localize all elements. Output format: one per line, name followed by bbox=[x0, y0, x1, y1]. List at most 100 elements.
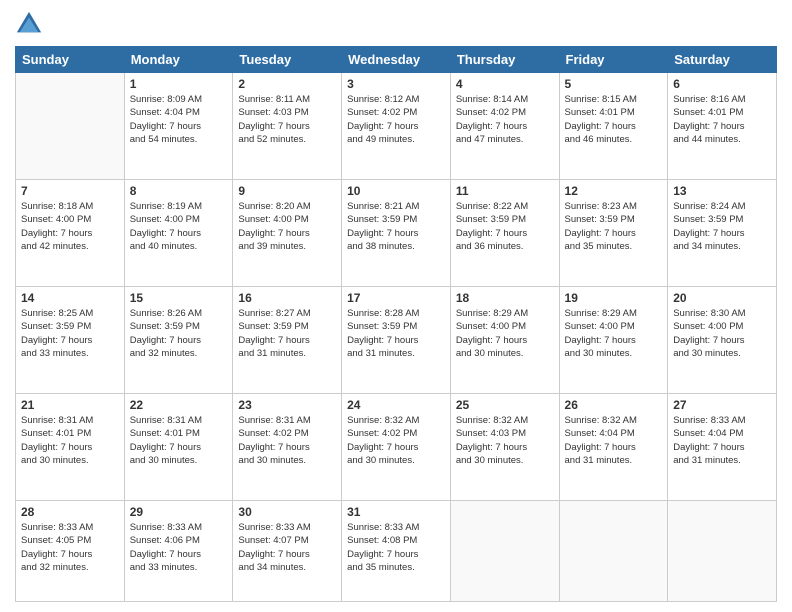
day-info: Sunrise: 8:33 AM Sunset: 4:06 PM Dayligh… bbox=[130, 521, 228, 574]
day-info: Sunrise: 8:14 AM Sunset: 4:02 PM Dayligh… bbox=[456, 93, 554, 146]
day-number: 9 bbox=[238, 184, 336, 198]
day-number: 15 bbox=[130, 291, 228, 305]
calendar-day-header: Sunday bbox=[16, 47, 125, 73]
day-number: 5 bbox=[565, 77, 663, 91]
calendar-cell: 31Sunrise: 8:33 AM Sunset: 4:08 PM Dayli… bbox=[342, 501, 451, 602]
calendar-cell bbox=[450, 501, 559, 602]
day-number: 24 bbox=[347, 398, 445, 412]
calendar-cell: 9 Sunrise: 8:20 AM Sunset: 4:00 PM Daylig… bbox=[233, 180, 342, 287]
day-info: Sunrise: 8:11 AM Sunset: 4:03 PM Dayligh… bbox=[238, 93, 336, 146]
day-info: Sunrise: 8:33 AM Sunset: 4:07 PM Dayligh… bbox=[238, 521, 336, 574]
day-info: Sunrise: 8:23 AM Sunset: 3:59 PM Dayligh… bbox=[565, 200, 663, 253]
day-info: Sunrise: 8:32 AM Sunset: 4:02 PM Dayligh… bbox=[347, 414, 445, 467]
day-info: Sunrise: 8:09 AM Sunset: 4:04 PM Dayligh… bbox=[130, 93, 228, 146]
day-number: 18 bbox=[456, 291, 554, 305]
day-info: Sunrise: 8:31 AM Sunset: 4:01 PM Dayligh… bbox=[21, 414, 119, 467]
calendar-cell: 26 Sunrise: 8:32 AM Sunset: 4:04 PM Dayli… bbox=[559, 394, 668, 501]
calendar-week-row: 7 Sunrise: 8:18 AM Sunset: 4:00 PM Daylig… bbox=[16, 180, 777, 287]
calendar-cell: 17Sunrise: 8:28 AM Sunset: 3:59 PM Dayli… bbox=[342, 287, 451, 394]
day-info: Sunrise: 8:16 AM Sunset: 4:01 PM Dayligh… bbox=[673, 93, 771, 146]
calendar-cell: 30 Sunrise: 8:33 AM Sunset: 4:07 PM Dayli… bbox=[233, 501, 342, 602]
day-number: 6 bbox=[673, 77, 771, 91]
day-info: Sunrise: 8:30 AM Sunset: 4:00 PM Dayligh… bbox=[673, 307, 771, 360]
calendar-cell: 10Sunrise: 8:21 AM Sunset: 3:59 PM Dayli… bbox=[342, 180, 451, 287]
day-number: 11 bbox=[456, 184, 554, 198]
calendar-cell: 3 Sunrise: 8:12 AM Sunset: 4:02 PM Daylig… bbox=[342, 73, 451, 180]
calendar-cell: 16 Sunrise: 8:27 AM Sunset: 3:59 PM Dayli… bbox=[233, 287, 342, 394]
calendar-cell: 29Sunrise: 8:33 AM Sunset: 4:06 PM Dayli… bbox=[124, 501, 233, 602]
logo bbox=[15, 10, 45, 38]
calendar-week-row: 14Sunrise: 8:25 AM Sunset: 3:59 PM Dayli… bbox=[16, 287, 777, 394]
calendar-cell bbox=[559, 501, 668, 602]
day-info: Sunrise: 8:31 AM Sunset: 4:02 PM Dayligh… bbox=[238, 414, 336, 467]
calendar-cell: 22 Sunrise: 8:31 AM Sunset: 4:01 PM Dayli… bbox=[124, 394, 233, 501]
calendar-cell: 21 Sunrise: 8:31 AM Sunset: 4:01 PM Dayli… bbox=[16, 394, 125, 501]
day-info: Sunrise: 8:27 AM Sunset: 3:59 PM Dayligh… bbox=[238, 307, 336, 360]
calendar-cell: 24 Sunrise: 8:32 AM Sunset: 4:02 PM Dayli… bbox=[342, 394, 451, 501]
calendar-cell: 8 Sunrise: 8:19 AM Sunset: 4:00 PM Daylig… bbox=[124, 180, 233, 287]
day-info: Sunrise: 8:29 AM Sunset: 4:00 PM Dayligh… bbox=[565, 307, 663, 360]
day-number: 3 bbox=[347, 77, 445, 91]
day-number: 8 bbox=[130, 184, 228, 198]
day-info: Sunrise: 8:25 AM Sunset: 3:59 PM Dayligh… bbox=[21, 307, 119, 360]
calendar-cell: 15Sunrise: 8:26 AM Sunset: 3:59 PM Dayli… bbox=[124, 287, 233, 394]
calendar-day-header: Monday bbox=[124, 47, 233, 73]
day-info: Sunrise: 8:33 AM Sunset: 4:04 PM Dayligh… bbox=[673, 414, 771, 467]
day-info: Sunrise: 8:32 AM Sunset: 4:04 PM Dayligh… bbox=[565, 414, 663, 467]
day-info: Sunrise: 8:31 AM Sunset: 4:01 PM Dayligh… bbox=[130, 414, 228, 467]
logo-icon bbox=[15, 10, 43, 38]
day-number: 12 bbox=[565, 184, 663, 198]
calendar-day-header: Tuesday bbox=[233, 47, 342, 73]
day-number: 10 bbox=[347, 184, 445, 198]
calendar-day-header: Wednesday bbox=[342, 47, 451, 73]
day-info: Sunrise: 8:24 AM Sunset: 3:59 PM Dayligh… bbox=[673, 200, 771, 253]
header bbox=[15, 10, 777, 38]
day-number: 23 bbox=[238, 398, 336, 412]
day-info: Sunrise: 8:20 AM Sunset: 4:00 PM Dayligh… bbox=[238, 200, 336, 253]
day-number: 28 bbox=[21, 505, 119, 519]
calendar-cell: 12 Sunrise: 8:23 AM Sunset: 3:59 PM Dayli… bbox=[559, 180, 668, 287]
calendar-day-header: Friday bbox=[559, 47, 668, 73]
day-number: 21 bbox=[21, 398, 119, 412]
calendar-header-row: SundayMondayTuesdayWednesdayThursdayFrid… bbox=[16, 47, 777, 73]
calendar-cell: 25Sunrise: 8:32 AM Sunset: 4:03 PM Dayli… bbox=[450, 394, 559, 501]
day-number: 16 bbox=[238, 291, 336, 305]
calendar-week-row: 28 Sunrise: 8:33 AM Sunset: 4:05 PM Dayli… bbox=[16, 501, 777, 602]
calendar-cell: 27 Sunrise: 8:33 AM Sunset: 4:04 PM Dayli… bbox=[668, 394, 777, 501]
day-number: 26 bbox=[565, 398, 663, 412]
calendar-cell: 11 Sunrise: 8:22 AM Sunset: 3:59 PM Dayli… bbox=[450, 180, 559, 287]
day-info: Sunrise: 8:19 AM Sunset: 4:00 PM Dayligh… bbox=[130, 200, 228, 253]
calendar-cell bbox=[16, 73, 125, 180]
day-number: 17 bbox=[347, 291, 445, 305]
day-info: Sunrise: 8:29 AM Sunset: 4:00 PM Dayligh… bbox=[456, 307, 554, 360]
day-info: Sunrise: 8:33 AM Sunset: 4:05 PM Dayligh… bbox=[21, 521, 119, 574]
day-number: 31 bbox=[347, 505, 445, 519]
day-number: 13 bbox=[673, 184, 771, 198]
day-number: 30 bbox=[238, 505, 336, 519]
day-info: Sunrise: 8:22 AM Sunset: 3:59 PM Dayligh… bbox=[456, 200, 554, 253]
day-info: Sunrise: 8:18 AM Sunset: 4:00 PM Dayligh… bbox=[21, 200, 119, 253]
day-number: 22 bbox=[130, 398, 228, 412]
day-number: 27 bbox=[673, 398, 771, 412]
day-number: 25 bbox=[456, 398, 554, 412]
calendar-table: SundayMondayTuesdayWednesdayThursdayFrid… bbox=[15, 46, 777, 602]
calendar-cell: 1 Sunrise: 8:09 AM Sunset: 4:04 PM Daylig… bbox=[124, 73, 233, 180]
day-info: Sunrise: 8:15 AM Sunset: 4:01 PM Dayligh… bbox=[565, 93, 663, 146]
calendar-cell: 28 Sunrise: 8:33 AM Sunset: 4:05 PM Dayli… bbox=[16, 501, 125, 602]
calendar-cell: 19Sunrise: 8:29 AM Sunset: 4:00 PM Dayli… bbox=[559, 287, 668, 394]
calendar-day-header: Saturday bbox=[668, 47, 777, 73]
calendar-week-row: 1 Sunrise: 8:09 AM Sunset: 4:04 PM Daylig… bbox=[16, 73, 777, 180]
calendar-day-header: Thursday bbox=[450, 47, 559, 73]
calendar-cell: 5 Sunrise: 8:15 AM Sunset: 4:01 PM Daylig… bbox=[559, 73, 668, 180]
page: SundayMondayTuesdayWednesdayThursdayFrid… bbox=[0, 0, 792, 612]
calendar-cell: 23 Sunrise: 8:31 AM Sunset: 4:02 PM Dayli… bbox=[233, 394, 342, 501]
calendar-cell: 20Sunrise: 8:30 AM Sunset: 4:00 PM Dayli… bbox=[668, 287, 777, 394]
calendar-cell: 4Sunrise: 8:14 AM Sunset: 4:02 PM Daylig… bbox=[450, 73, 559, 180]
calendar-cell bbox=[668, 501, 777, 602]
day-info: Sunrise: 8:12 AM Sunset: 4:02 PM Dayligh… bbox=[347, 93, 445, 146]
day-number: 7 bbox=[21, 184, 119, 198]
day-number: 2 bbox=[238, 77, 336, 91]
calendar-cell: 13 Sunrise: 8:24 AM Sunset: 3:59 PM Dayli… bbox=[668, 180, 777, 287]
day-number: 1 bbox=[130, 77, 228, 91]
calendar-cell: 6 Sunrise: 8:16 AM Sunset: 4:01 PM Daylig… bbox=[668, 73, 777, 180]
